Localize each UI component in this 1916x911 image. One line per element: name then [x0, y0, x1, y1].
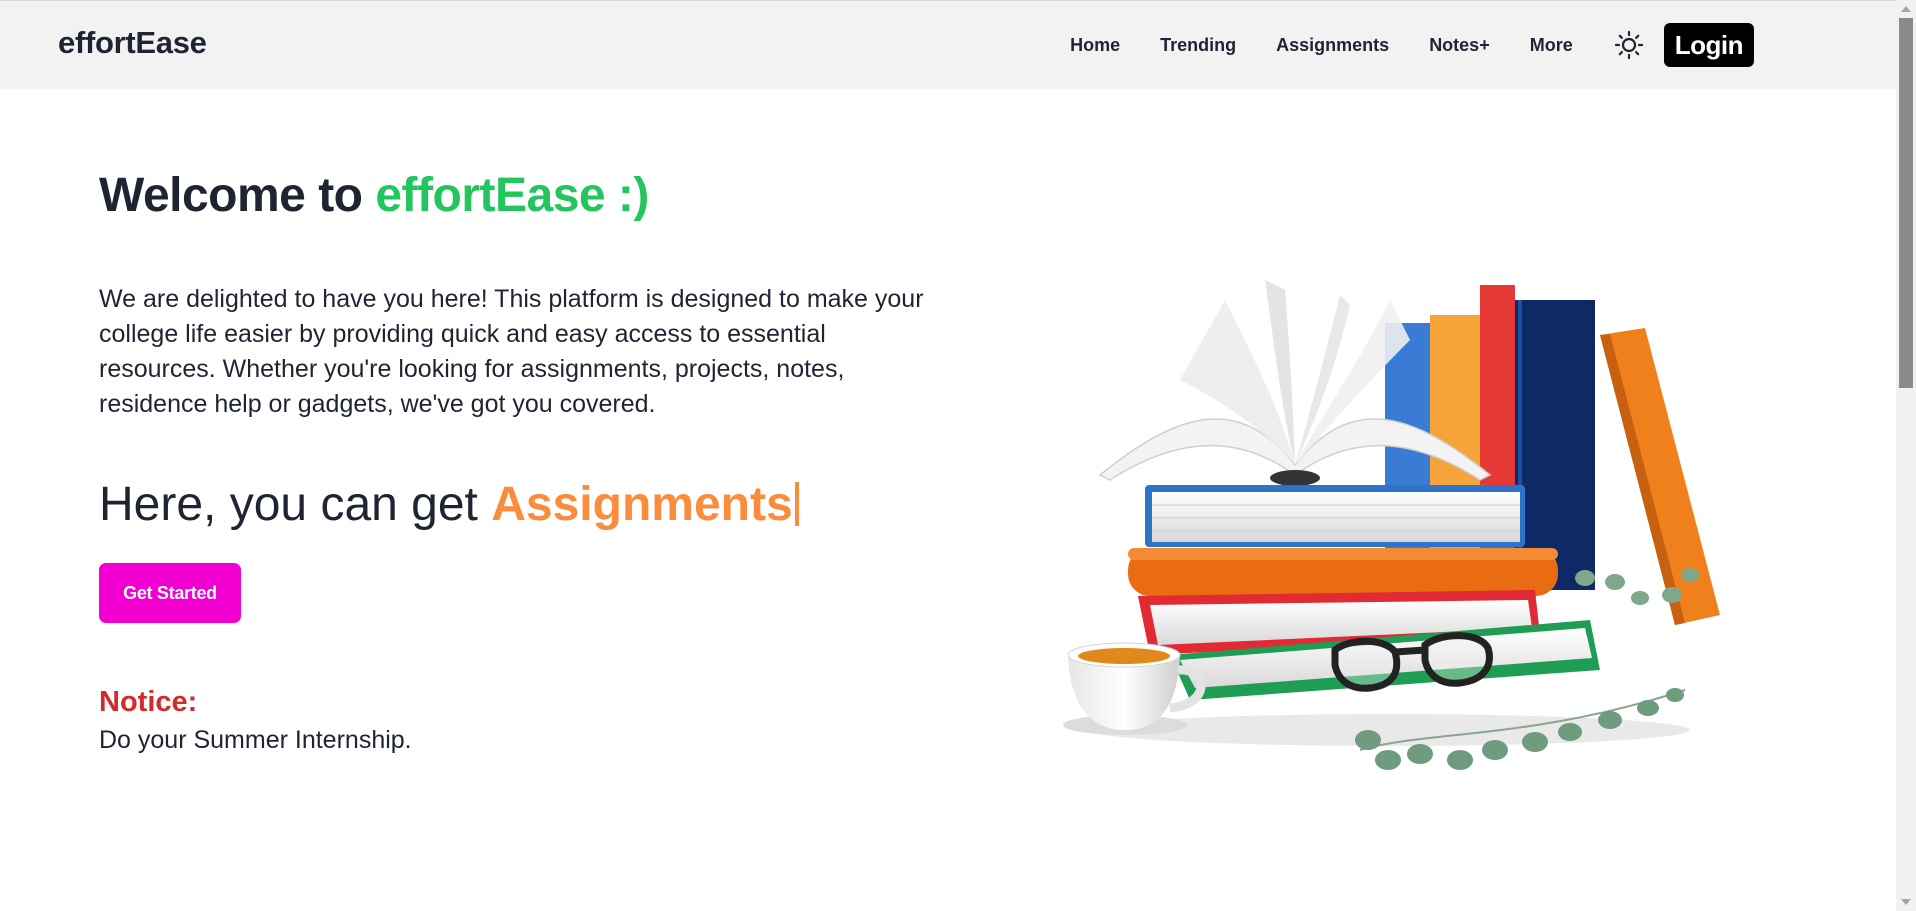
scroll-down-arrow-icon[interactable] — [1901, 899, 1911, 905]
navbar: effortEase Home Trending Assignments Not… — [0, 0, 1896, 89]
page-title: Welcome to effortEase :) — [99, 168, 649, 223]
scrollbar-thumb[interactable] — [1899, 18, 1913, 388]
login-button[interactable]: Login — [1663, 23, 1754, 67]
notice-text: Do your Summer Internship. — [99, 726, 412, 754]
nav-link-assignments[interactable]: Assignments — [1276, 35, 1389, 56]
vertical-scrollbar[interactable] — [1896, 0, 1916, 911]
scroll-up-arrow-icon[interactable] — [1901, 6, 1911, 12]
intro-paragraph: We are delighted to have you here! This … — [99, 285, 924, 418]
typing-cursor — [794, 482, 799, 526]
notice-title: Notice: — [99, 686, 198, 718]
nav-links: Home Trending Assignments Notes+ More Lo… — [1070, 1, 1754, 89]
typing-headline: Here, you can get Assignments — [99, 477, 799, 532]
nav-link-trending[interactable]: Trending — [1160, 35, 1236, 56]
books-stack-illustration — [1063, 280, 1720, 770]
nav-link-home[interactable]: Home — [1070, 35, 1120, 56]
typing-word: Assignments — [491, 478, 793, 531]
get-started-button[interactable]: Get Started — [99, 563, 241, 623]
typing-prefix: Here, you can get — [99, 478, 492, 531]
sun-icon — [1614, 30, 1643, 60]
theme-toggle-button[interactable] — [1613, 29, 1645, 61]
title-prefix: Welcome to — [99, 169, 376, 222]
page: effortEase Home Trending Assignments Not… — [0, 0, 1916, 911]
brand-logo[interactable]: effortEase — [58, 25, 207, 61]
nav-link-more[interactable]: More — [1530, 35, 1573, 56]
nav-link-notes-plus[interactable]: Notes+ — [1429, 35, 1490, 56]
title-brand-accent: effortEase :) — [375, 169, 649, 222]
